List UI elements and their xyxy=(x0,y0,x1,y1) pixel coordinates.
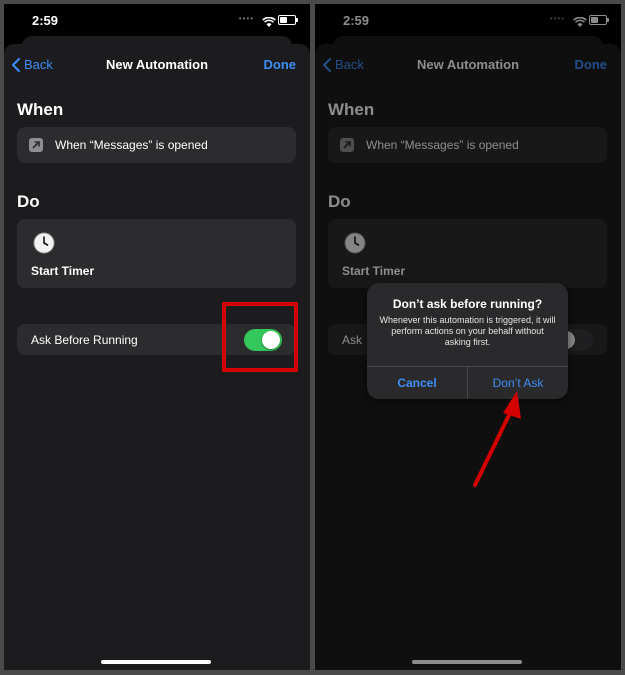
confirmation-alert: Don’t ask before running? Whenever this … xyxy=(367,283,568,399)
done-button[interactable]: Done xyxy=(264,57,297,72)
clock-icon xyxy=(33,232,55,254)
action-label: Start Timer xyxy=(31,264,95,278)
status-time: 2:59 xyxy=(32,13,59,28)
action-card[interactable]: Start Timer xyxy=(17,219,296,288)
when-heading: When xyxy=(17,100,64,119)
alert-message: Whenever this automation is triggered, i… xyxy=(379,315,556,347)
cancel-button[interactable]: Cancel xyxy=(367,367,468,399)
battery-icon xyxy=(278,15,298,25)
red-arrow-annotation xyxy=(473,391,521,487)
arrow-up-right-icon xyxy=(29,138,43,152)
phone-screen-right: 2:59 •••• Back New Automation Done When … xyxy=(315,4,621,670)
ask-before-running-label: Ask Before Running xyxy=(31,333,138,347)
alert-title: Don’t ask before running? xyxy=(392,297,543,311)
trigger-card[interactable]: When “Messages” is opened xyxy=(17,127,296,163)
signal-icon: •••• xyxy=(238,14,254,23)
do-heading: Do xyxy=(17,192,40,211)
trigger-text: When “Messages” is opened xyxy=(55,138,208,152)
back-button[interactable]: Back xyxy=(12,57,53,72)
back-label: Back xyxy=(24,57,53,72)
chevron-left-icon xyxy=(12,57,20,72)
toggle-highlight-box xyxy=(222,302,298,372)
status-bar: 2:59 •••• xyxy=(4,4,310,40)
navigation-bar: Back New Automation Done xyxy=(4,44,310,86)
home-indicator xyxy=(101,660,211,664)
wifi-icon xyxy=(262,14,276,32)
